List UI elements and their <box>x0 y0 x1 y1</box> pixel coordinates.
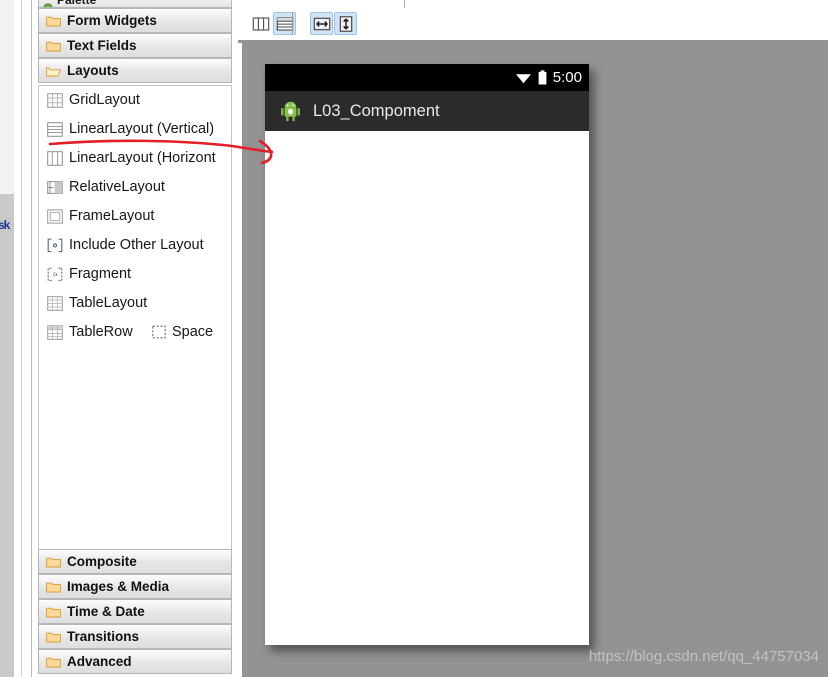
status-bar-time: 5:00 <box>552 69 582 86</box>
wifi-icon <box>515 74 531 84</box>
grid-layout-icon <box>47 93 63 108</box>
palette-item-label: LinearLayout (Vertical) <box>69 121 215 137</box>
device-status-bar: 5:00 <box>265 64 589 91</box>
palette-item-label: TableRow <box>69 324 133 340</box>
palette-panel: Palette Form Widgets Text Fields Layouts <box>32 0 270 677</box>
toolbar-separator <box>292 13 293 34</box>
folder-closed-icon <box>46 557 61 568</box>
palette-category-label: Text Fields <box>67 38 137 53</box>
palette-category-time-date[interactable]: Time & Date <box>38 599 232 624</box>
palette-item-tablelayout[interactable]: TableLayout <box>39 289 231 318</box>
palette-category-composite[interactable]: Composite <box>38 549 232 574</box>
palette-item-include-other-layout[interactable]: Include Other Layout <box>39 231 231 260</box>
palette-item-label: FrameLayout <box>69 208 155 224</box>
folder-open-icon <box>46 66 61 77</box>
far-left-strip-upper <box>0 0 14 194</box>
panel-divider-column <box>14 0 32 677</box>
table-row-icon <box>47 325 63 340</box>
arrows-horizontal-icon <box>313 17 330 30</box>
fit-height-button[interactable] <box>334 12 357 35</box>
far-left-strip: sk <box>0 0 14 677</box>
folder-closed-icon <box>46 41 61 52</box>
palette-item-label: GridLayout <box>69 92 140 108</box>
palette-item-gridlayout[interactable]: GridLayout <box>39 86 231 115</box>
palette-item-fragment[interactable]: Fragment <box>39 260 231 289</box>
folder-closed-icon <box>46 632 61 643</box>
rows-icon <box>276 16 293 31</box>
vertical-tab-label[interactable]: sk <box>0 218 14 232</box>
fragment-icon <box>47 267 63 282</box>
palette-category-label: Composite <box>67 554 137 569</box>
eclipse-android-layout-editor: sk Palette Form Widgets Text Fields Layo… <box>0 0 828 677</box>
device-action-bar: L03_Compoment <box>265 91 589 131</box>
design-canvas[interactable]: 5:00 L03_Compoment https://blog.csdn.net… <box>238 43 828 677</box>
frame-layout-icon <box>47 209 63 224</box>
far-left-strip-lower <box>0 194 14 677</box>
fit-width-button[interactable] <box>310 12 333 35</box>
palette-category-text-fields[interactable]: Text Fields <box>38 33 232 58</box>
palette-category-transitions[interactable]: Transitions <box>38 624 232 649</box>
layout-editor-region: 5:00 L03_Compoment https://blog.csdn.net… <box>238 0 828 677</box>
palette-item-tablerow[interactable]: TableRow Space <box>39 318 231 347</box>
linear-layout-vertical-icon <box>47 122 63 137</box>
arrows-vertical-icon <box>339 15 352 32</box>
status-bar-indicators: 5:00 <box>515 64 582 91</box>
canvas-left-edge <box>238 43 242 677</box>
device-app-title: L03_Compoment <box>313 102 440 120</box>
watermark-text: https://blog.csdn.net/qq_44757034 <box>588 648 819 665</box>
linear-layout-horizontal-icon <box>47 151 63 166</box>
android-robot-icon <box>281 101 300 122</box>
palette-items-list: GridLayout LinearLayout (Vertical) Linea… <box>38 85 232 549</box>
palette-item-label: RelativeLayout <box>69 179 165 195</box>
palette-category-form-widgets[interactable]: Form Widgets <box>38 8 232 33</box>
palette-item-relativelayout[interactable]: RelativeLayout <box>39 173 231 202</box>
device-content-area[interactable] <box>265 131 589 645</box>
battery-full-icon <box>538 70 547 85</box>
include-layout-icon <box>47 238 63 253</box>
folder-closed-icon <box>46 607 61 618</box>
palette-item-label: Include Other Layout <box>69 237 204 253</box>
palette-category-label: Transitions <box>67 629 140 644</box>
palette-item-label: TableLayout <box>69 295 148 311</box>
toolbar-tick-mark <box>404 0 405 8</box>
palette-item-linearlayout-vertical[interactable]: LinearLayout (Vertical) <box>39 115 231 144</box>
palette-category-layouts[interactable]: Layouts <box>38 58 232 83</box>
folder-closed-icon <box>46 582 61 593</box>
device-preview[interactable]: 5:00 L03_Compoment <box>265 64 589 645</box>
editor-toolbar <box>238 0 828 40</box>
columns-layout-button[interactable] <box>249 12 272 35</box>
palette-category-label: Form Widgets <box>67 13 157 28</box>
palette-item-linearlayout-horizontal[interactable]: LinearLayout (Horizont <box>39 144 231 173</box>
folder-closed-icon <box>46 16 61 27</box>
palette-category-label: Layouts <box>67 63 119 78</box>
folder-closed-icon <box>46 657 61 668</box>
palette-item-label: Fragment <box>69 266 132 282</box>
columns-icon <box>252 16 269 31</box>
palette-category-label: Images & Media <box>67 579 170 594</box>
relative-layout-icon <box>47 181 63 194</box>
palette-item-label-space[interactable]: Space <box>172 318 213 347</box>
palette-item-label: LinearLayout (Horizont <box>69 150 216 166</box>
palette-item-framelayout[interactable]: FrameLayout <box>39 202 231 231</box>
palette-category-label: Advanced <box>67 654 132 669</box>
table-layout-icon <box>47 296 63 311</box>
space-icon <box>152 325 166 339</box>
palette-category-label: Time & Date <box>67 604 145 619</box>
palette-category-images-media[interactable]: Images & Media <box>38 574 232 599</box>
palette-title-label: Palette <box>57 0 97 7</box>
palette-category-advanced[interactable]: Advanced <box>38 649 232 674</box>
palette-title-bar[interactable]: Palette <box>38 0 232 8</box>
